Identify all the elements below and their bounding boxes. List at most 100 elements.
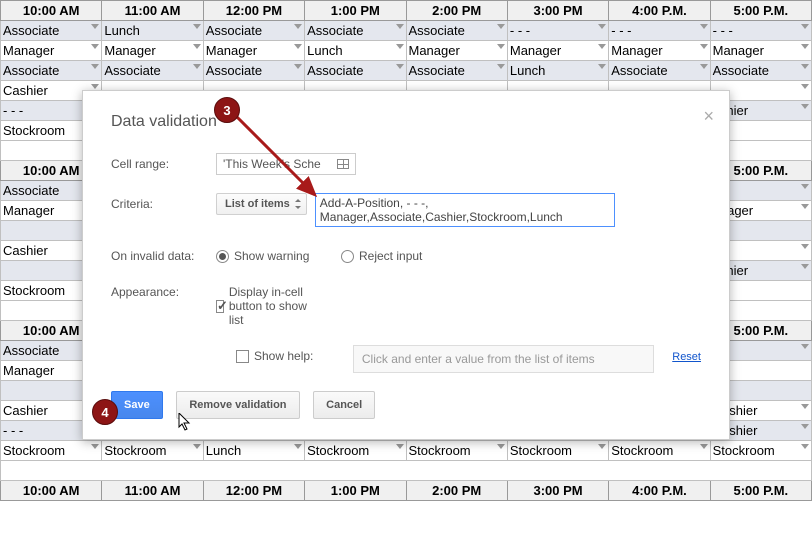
cancel-button[interactable]: Cancel — [313, 391, 375, 419]
dropdown-icon[interactable] — [497, 64, 505, 69]
dropdown-icon[interactable] — [396, 64, 404, 69]
select-range-icon[interactable] — [337, 159, 349, 169]
dropdown-icon[interactable] — [801, 104, 809, 109]
reset-link[interactable]: Reset — [672, 345, 701, 363]
schedule-cell[interactable]: Stockroom — [507, 441, 608, 461]
cell-range-input[interactable]: 'This Week's Sche — [216, 153, 356, 175]
time-header: 10:00 AM — [1, 1, 102, 21]
dropdown-icon[interactable] — [193, 444, 201, 449]
schedule-cell[interactable]: Manager — [609, 41, 710, 61]
dropdown-icon[interactable] — [497, 24, 505, 29]
schedule-cell[interactable]: Stockroom — [305, 441, 406, 461]
schedule-cell[interactable]: - - - — [507, 21, 608, 41]
dropdown-icon[interactable] — [801, 424, 809, 429]
dropdown-icon[interactable] — [801, 204, 809, 209]
schedule-cell[interactable]: Manager — [1, 41, 102, 61]
schedule-cell[interactable]: Manager — [710, 41, 811, 61]
dialog-title: Data validation — [111, 113, 701, 131]
schedule-cell[interactable]: Manager — [406, 41, 507, 61]
dropdown-icon[interactable] — [396, 44, 404, 49]
schedule-cell[interactable]: Stockroom — [102, 441, 203, 461]
dropdown-icon[interactable] — [801, 444, 809, 449]
dropdown-icon[interactable] — [801, 44, 809, 49]
dropdown-icon[interactable] — [91, 84, 99, 89]
schedule-cell[interactable]: Associate — [710, 61, 811, 81]
criteria-textarea[interactable] — [315, 193, 615, 227]
schedule-cell[interactable]: Manager — [102, 41, 203, 61]
time-header: 11:00 AM — [102, 1, 203, 21]
schedule-cell[interactable]: Associate — [609, 61, 710, 81]
schedule-cell[interactable]: - - - — [710, 21, 811, 41]
schedule-cell[interactable]: Stockroom — [1, 441, 102, 461]
schedule-cell[interactable]: Lunch — [102, 21, 203, 41]
dropdown-icon[interactable] — [193, 44, 201, 49]
dropdown-icon[interactable] — [193, 24, 201, 29]
dropdown-icon[interactable] — [700, 24, 708, 29]
schedule-cell[interactable]: Manager — [203, 41, 304, 61]
dropdown-icon[interactable] — [598, 444, 606, 449]
criteria-select[interactable]: List of items — [216, 193, 307, 215]
dropdown-icon[interactable] — [294, 44, 302, 49]
schedule-cell[interactable]: Lunch — [507, 61, 608, 81]
dropdown-icon[interactable] — [497, 44, 505, 49]
schedule-cell[interactable]: Associate — [406, 21, 507, 41]
annotation-step-4: 4 — [92, 399, 118, 425]
dropdown-icon[interactable] — [801, 404, 809, 409]
time-header: 2:00 PM — [406, 481, 507, 501]
schedule-cell[interactable]: Manager — [507, 41, 608, 61]
dropdown-icon[interactable] — [396, 24, 404, 29]
time-header: 5:00 P.M. — [710, 481, 811, 501]
show-help-checkbox[interactable]: Show help: — [236, 345, 338, 363]
time-header: 4:00 P.M. — [609, 481, 710, 501]
dropdown-icon[interactable] — [396, 444, 404, 449]
dropdown-icon[interactable] — [801, 244, 809, 249]
dropdown-icon[interactable] — [700, 444, 708, 449]
dropdown-icon[interactable] — [91, 444, 99, 449]
dropdown-icon[interactable] — [91, 44, 99, 49]
close-icon[interactable]: × — [703, 106, 714, 127]
save-button[interactable]: Save — [111, 391, 163, 419]
dropdown-icon[interactable] — [294, 24, 302, 29]
schedule-cell[interactable]: Associate — [305, 21, 406, 41]
dropdown-icon[interactable] — [91, 64, 99, 69]
schedule-cell[interactable]: Associate — [203, 61, 304, 81]
dropdown-icon[interactable] — [598, 44, 606, 49]
reject-input-radio[interactable]: Reject input — [341, 245, 446, 263]
dropdown-icon[interactable] — [193, 64, 201, 69]
remove-validation-button[interactable]: Remove validation — [176, 391, 299, 419]
time-header: 10:00 AM — [1, 481, 102, 501]
dropdown-icon[interactable] — [801, 344, 809, 349]
dropdown-icon[interactable] — [700, 64, 708, 69]
show-warning-radio[interactable]: Show warning — [216, 245, 321, 263]
dropdown-icon[interactable] — [598, 24, 606, 29]
schedule-cell[interactable]: Associate — [1, 61, 102, 81]
time-header: 4:00 P.M. — [609, 1, 710, 21]
dropdown-icon[interactable] — [801, 24, 809, 29]
schedule-cell[interactable]: Associate — [102, 61, 203, 81]
schedule-cell[interactable]: Lunch — [305, 41, 406, 61]
dropdown-icon[interactable] — [598, 64, 606, 69]
dropdown-icon[interactable] — [801, 264, 809, 269]
dropdown-icon[interactable] — [801, 184, 809, 189]
schedule-cell[interactable]: Associate — [1, 21, 102, 41]
time-header: 1:00 PM — [305, 481, 406, 501]
dropdown-icon[interactable] — [801, 64, 809, 69]
schedule-cell[interactable]: Stockroom — [406, 441, 507, 461]
time-header: 2:00 PM — [406, 1, 507, 21]
dropdown-icon[interactable] — [294, 444, 302, 449]
schedule-cell[interactable]: Stockroom — [609, 441, 710, 461]
schedule-cell[interactable]: Associate — [203, 21, 304, 41]
schedule-cell[interactable]: Lunch — [203, 441, 304, 461]
schedule-cell[interactable]: Associate — [305, 61, 406, 81]
dropdown-icon[interactable] — [700, 44, 708, 49]
schedule-cell[interactable]: Stockroom — [710, 441, 811, 461]
criteria-label: Criteria: — [111, 193, 216, 211]
dropdown-icon[interactable] — [294, 64, 302, 69]
dropdown-icon[interactable] — [91, 24, 99, 29]
dropdown-icon[interactable] — [497, 444, 505, 449]
display-button-checkbox[interactable]: Display in-cell button to show list — [216, 281, 321, 327]
help-text-input[interactable]: Click and enter a value from the list of… — [353, 345, 654, 373]
dropdown-icon[interactable] — [801, 84, 809, 89]
schedule-cell[interactable]: Associate — [406, 61, 507, 81]
schedule-cell[interactable]: - - - — [609, 21, 710, 41]
